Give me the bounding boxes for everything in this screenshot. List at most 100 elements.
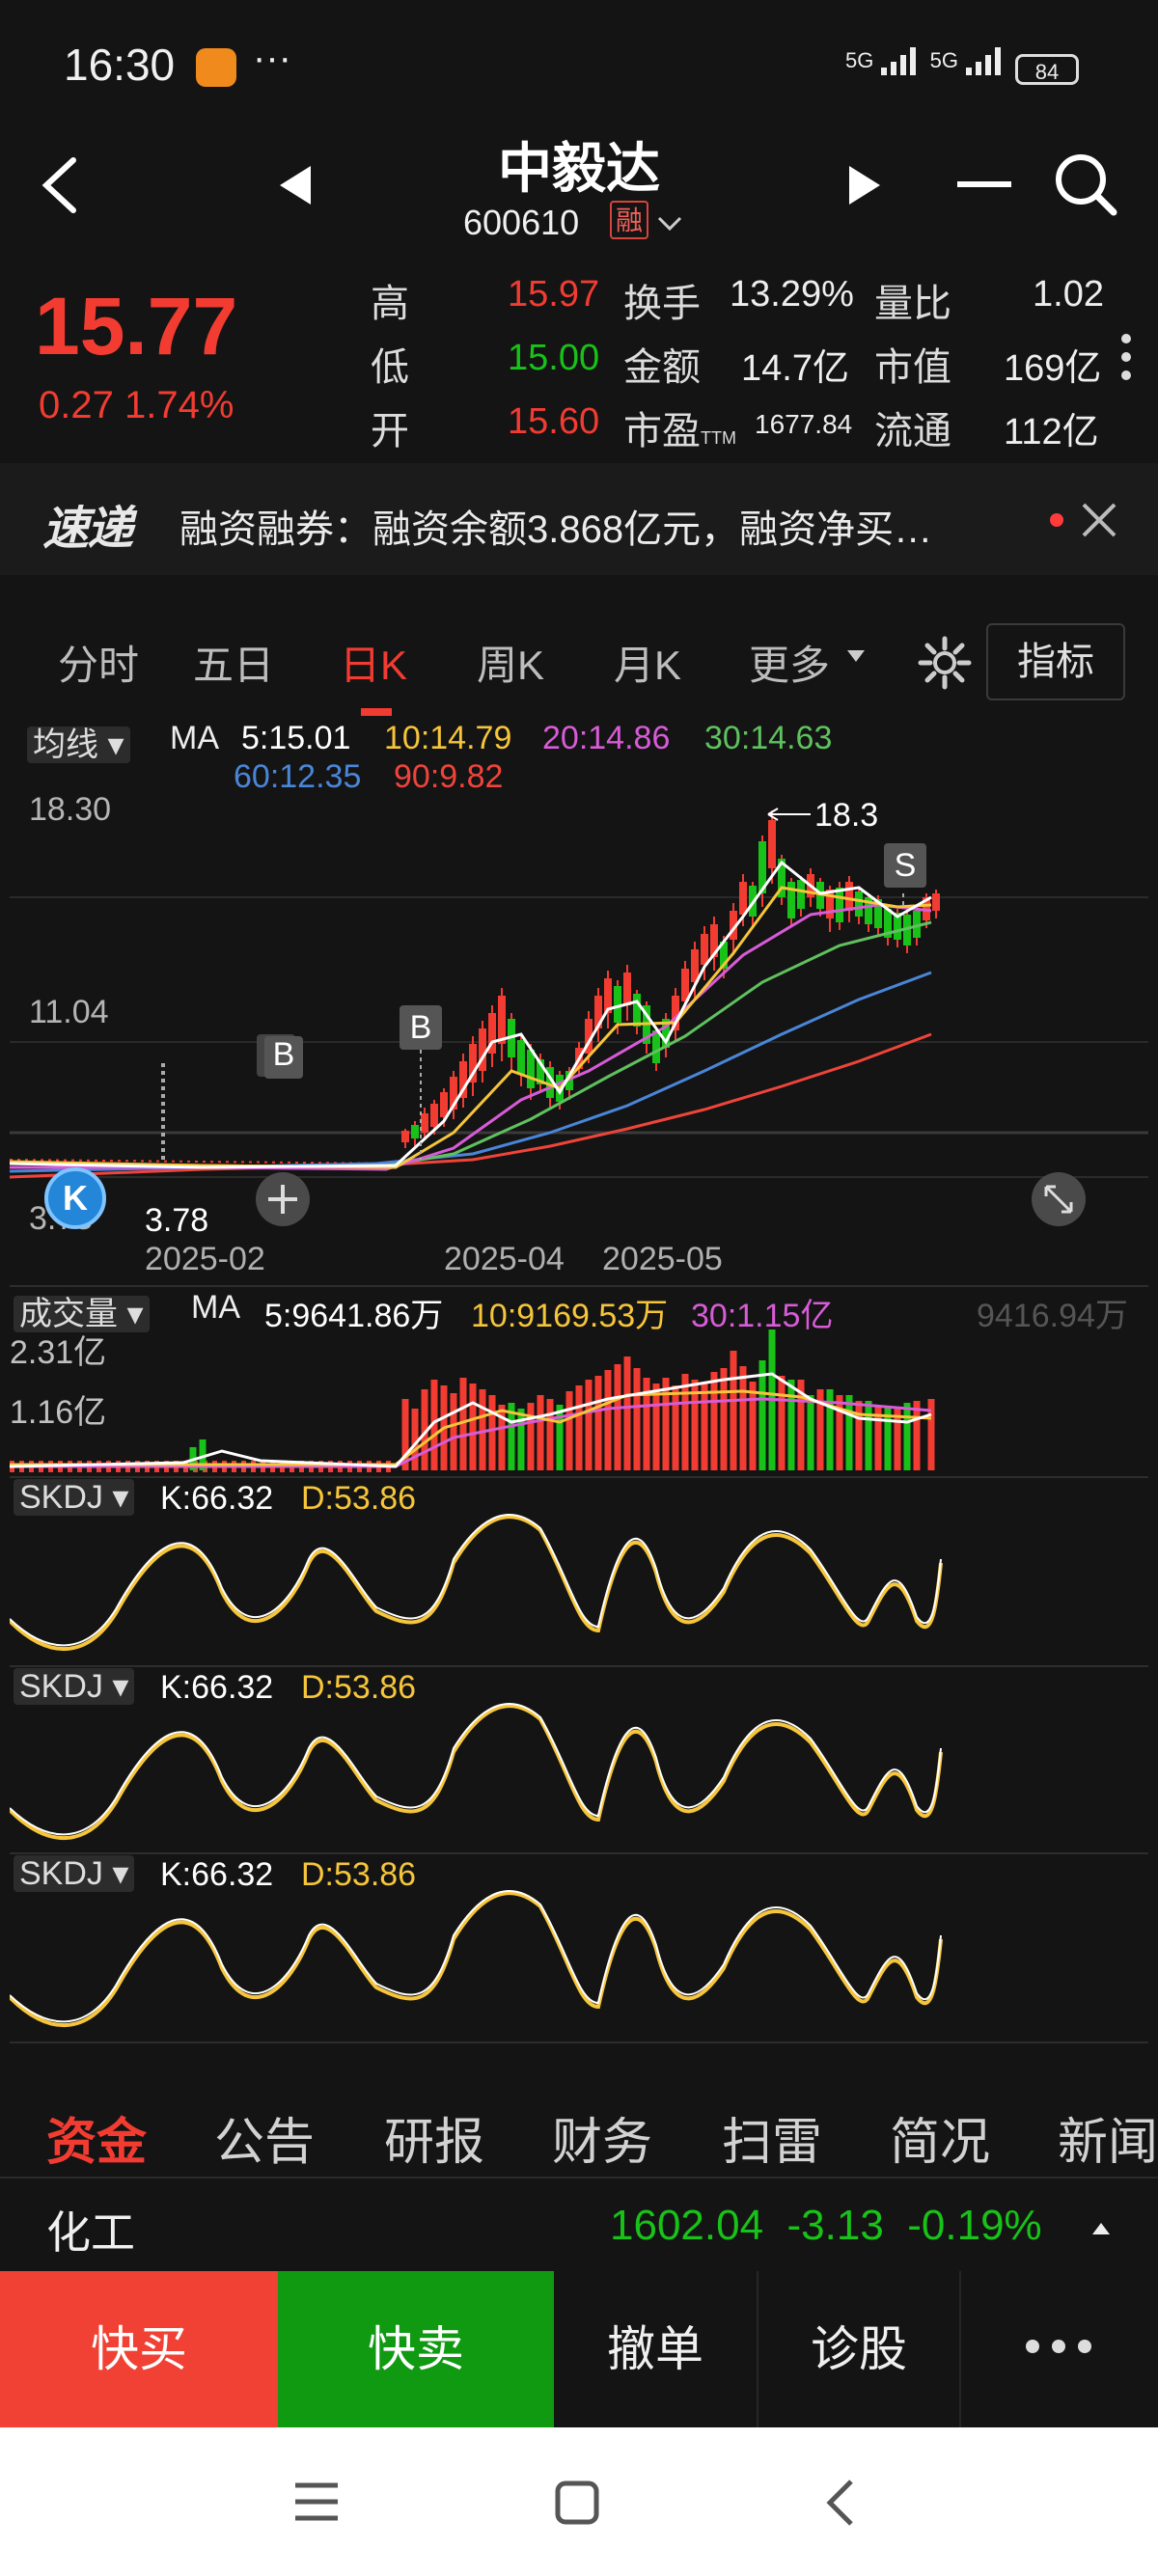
- signal-bars-icon: [881, 47, 917, 75]
- panel-divider: [10, 2042, 1148, 2043]
- tab-monthly-k[interactable]: 月K: [614, 633, 681, 692]
- signal-1-label: 5G: [845, 48, 874, 72]
- panel-divider: [10, 1285, 1148, 1287]
- indicator-button[interactable]: 指标: [986, 623, 1125, 700]
- active-tab-underline: [361, 708, 392, 716]
- volume-chart[interactable]: [10, 1322, 1148, 1478]
- tab-announcements[interactable]: 公告: [214, 2101, 315, 2174]
- battery-icon: 84: [1015, 54, 1079, 85]
- cancel-order-button[interactable]: 撤单: [554, 2271, 758, 2427]
- skdj-chart-1[interactable]: [10, 1505, 1148, 1665]
- price-change: 0.27 1.74%: [39, 384, 234, 427]
- more-horizontal-icon[interactable]: [1023, 2335, 1094, 2358]
- divider: [0, 2177, 1158, 2179]
- ma20-line: [10, 903, 932, 1171]
- tab-research[interactable]: 研报: [384, 2101, 484, 2174]
- tab-funds[interactable]: 资金: [46, 2101, 147, 2174]
- volume-ratio-value: 1.02: [1033, 274, 1104, 315]
- unread-dot: [1050, 513, 1063, 527]
- low-label: 低: [371, 346, 409, 389]
- ticker-logo: 速递: [42, 504, 133, 555]
- fullscreen-icon[interactable]: [1029, 1169, 1089, 1229]
- chevron-down-icon[interactable]: [656, 214, 683, 233]
- change-percent: 1.74%: [124, 384, 234, 426]
- tab-five-day[interactable]: 五日: [193, 633, 274, 692]
- open-value: 15.60: [508, 401, 600, 442]
- signal-bars-icon: [966, 47, 1002, 75]
- tab-more[interactable]: 更多: [749, 633, 830, 692]
- tab-intraday[interactable]: 分时: [58, 633, 139, 692]
- market-cap-value: 169亿: [1004, 348, 1102, 389]
- sector-percent: -0.19%: [907, 2202, 1042, 2249]
- caret-up-icon[interactable]: [1090, 2221, 1112, 2236]
- low-value: 15.00: [508, 338, 600, 378]
- more-vertical-icon[interactable]: [1119, 332, 1133, 382]
- sell-marker[interactable]: S: [884, 843, 926, 888]
- more-notifications-icon: ···: [253, 37, 291, 79]
- kline-chart[interactable]: [10, 781, 1148, 1235]
- signal-2-label: 5G: [929, 48, 958, 72]
- sector-change: -3.13: [786, 2202, 884, 2249]
- stock-code[interactable]: 600610: [463, 203, 579, 243]
- tab-news[interactable]: 新闻: [1058, 2101, 1158, 2174]
- tab-risk-scan[interactable]: 扫雷: [722, 2101, 822, 2174]
- k-assistant-icon[interactable]: K: [44, 1167, 106, 1229]
- amount-value: 14.7亿: [741, 348, 849, 389]
- high-value: 15.97: [508, 274, 600, 315]
- current-price: 15.77: [35, 281, 238, 371]
- caret-down-icon[interactable]: [845, 648, 867, 664]
- skdj-chart-3[interactable]: [10, 1881, 1148, 2042]
- buy-marker-2[interactable]: B: [400, 1005, 442, 1050]
- tab-weekly-k[interactable]: 周K: [477, 633, 544, 692]
- low-price-label: 3.78: [145, 1202, 209, 1239]
- tab-daily-k[interactable]: 日K: [340, 633, 407, 692]
- gear-icon[interactable]: [917, 635, 973, 691]
- panel-divider: [10, 1665, 1148, 1667]
- sector-name[interactable]: 化工: [46, 2198, 135, 2261]
- status-bar: 16:30 ··· 5G 5G 84: [0, 0, 1158, 135]
- buy-marker-1[interactable]: B: [264, 1036, 303, 1079]
- ma30-value: 30:14.63: [704, 720, 833, 756]
- ma5-value: 5:15.01: [241, 720, 351, 756]
- quick-sell-button[interactable]: 快卖: [278, 2271, 554, 2427]
- amount-label: 金额: [623, 346, 701, 389]
- pe-value: 1677.84: [755, 409, 853, 439]
- search-icon[interactable]: [1052, 151, 1119, 218]
- change-value: 0.27: [39, 384, 114, 426]
- tab-financials[interactable]: 财务: [552, 2101, 652, 2174]
- menu-icon[interactable]: [291, 2480, 342, 2524]
- sector-quote: 1602.04 -3.13 -0.19%: [610, 2202, 1042, 2250]
- float-cap-value: 112亿: [1004, 412, 1099, 452]
- next-stock-icon[interactable]: [845, 162, 884, 208]
- ma10-line: [10, 886, 932, 1169]
- sector-index: 1602.04: [610, 2202, 764, 2249]
- status-time: 16:30: [64, 40, 176, 90]
- diagnose-button[interactable]: 诊股: [758, 2271, 961, 2427]
- market-cap-label: 市值: [874, 346, 951, 389]
- x-label-3: 2025-05: [602, 1241, 723, 1277]
- margin-trading-badge: 融: [610, 201, 648, 239]
- ma20-value: 20:14.86: [542, 720, 671, 756]
- open-label: 开: [371, 410, 409, 452]
- skdj-chart-2[interactable]: [10, 1694, 1148, 1854]
- ma-menu[interactable]: 均线 ▾: [27, 718, 130, 765]
- ticker-text[interactable]: 融资融券：融资余额3.868亿元，融资净买…: [179, 498, 932, 554]
- turnover-label: 换手: [623, 283, 701, 325]
- tab-profile[interactable]: 简况: [890, 2101, 990, 2174]
- panel-divider: [10, 1476, 1148, 1478]
- shopping-app-icon: [196, 48, 236, 87]
- high-label: 高: [371, 283, 409, 325]
- close-icon[interactable]: [1079, 500, 1119, 540]
- x-label-2: 2025-04: [444, 1241, 565, 1277]
- pe-ttm-label: TTM: [701, 428, 736, 448]
- pe-label: 市盈TTM: [623, 399, 736, 455]
- minus-icon[interactable]: [953, 170, 1017, 199]
- ma-title: MA: [170, 720, 219, 756]
- high-price-label: 18.3: [814, 797, 879, 834]
- quick-buy-button[interactable]: 快买: [0, 2271, 278, 2427]
- home-icon[interactable]: [554, 2480, 600, 2526]
- back-nav-icon[interactable]: [822, 2476, 857, 2530]
- volume-ratio-label: 量比: [874, 283, 951, 325]
- zoom-in-icon[interactable]: [253, 1169, 313, 1229]
- x-label-1: 2025-02: [145, 1241, 265, 1277]
